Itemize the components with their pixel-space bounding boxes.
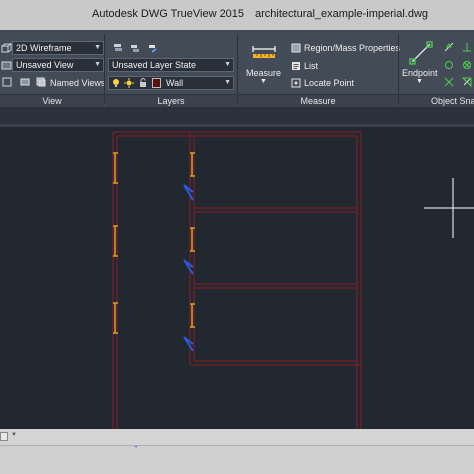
door-swing-preview: [133, 446, 138, 448]
chevron-down-icon: ▼: [224, 79, 231, 86]
file-name: architectural_example-imperial.dwg: [255, 8, 429, 20]
title-bar: Autodesk DWG TrueView 2015 architectural…: [0, 0, 474, 30]
region-mass-icon: [291, 43, 301, 53]
crosshair-cursor: [424, 178, 474, 238]
list-button[interactable]: List: [304, 61, 318, 71]
ruler-icon: [252, 46, 276, 58]
chevron-down-icon: ▼: [94, 44, 101, 51]
wall-line: [194, 207, 357, 213]
named-views-button[interactable]: Named Views: [50, 78, 105, 88]
layer-previous-icon[interactable]: [148, 43, 158, 53]
app-title: Autodesk DWG TrueView 2015: [92, 8, 245, 20]
center-snap-icon[interactable]: [444, 60, 454, 70]
door-swing: [183, 259, 194, 275]
chevron-down-icon[interactable]: ▼: [11, 432, 17, 438]
view-panel-label: View: [0, 94, 104, 107]
endpoint-label: Endpoint: [402, 68, 438, 78]
wireframe-cube-icon: [1, 43, 12, 53]
perpendicular-snap-icon[interactable]: [462, 42, 472, 52]
chevron-down-icon: ▼: [224, 61, 231, 68]
layers-panel-label: Layers: [105, 94, 237, 107]
visual-style-value: 2D Wireframe: [16, 43, 72, 53]
chevron-down-icon: ▼: [260, 78, 267, 85]
current-layer-value: Wall: [166, 78, 184, 88]
drawing-svg: [112, 131, 474, 429]
command-line-toggle-icon[interactable]: [0, 432, 8, 441]
visual-style-dropdown[interactable]: 2D Wireframe ▼: [12, 41, 104, 55]
wall-line: [190, 360, 361, 366]
saved-view-value: Unsaved View: [16, 60, 74, 70]
layer-dropdown[interactable]: Wall ▼: [108, 76, 234, 90]
door-swing: [183, 184, 194, 201]
view-manager-icon[interactable]: [2, 77, 12, 87]
measure-panel-label: Measure: [238, 94, 398, 107]
endpoint-button[interactable]: Endpoint ▼: [400, 40, 440, 92]
endpoint-snap-icon: [409, 41, 433, 65]
lock-icon: [140, 78, 146, 87]
list-icon: [292, 62, 300, 70]
chevron-down-icon: ▼: [416, 78, 423, 85]
layer-match-icon[interactable]: [130, 43, 140, 53]
file-tab-strip: [0, 107, 474, 124]
door-swing: [183, 336, 194, 352]
region-mass-properties-button[interactable]: Region/Mass Properties: [304, 43, 400, 53]
sun-icon: [124, 78, 134, 88]
named-views-icon: [36, 77, 46, 87]
ribbon: 2D Wireframe ▼ Unsaved View ▼ Named View…: [0, 30, 474, 107]
nearest-snap-icon[interactable]: [462, 77, 472, 87]
osnap-panel-label: Object Snap: [399, 94, 474, 107]
locate-point-button[interactable]: Locate Point: [304, 78, 354, 88]
chevron-down-icon: ▼: [94, 61, 101, 68]
layout-bar-svg: [133, 446, 138, 448]
door-openings: [113, 152, 195, 334]
view-icon: [1, 61, 12, 70]
measure-button[interactable]: Measure ▼: [242, 42, 286, 94]
wall-lines: [112, 131, 362, 429]
command-bar[interactable]: ▼: [0, 429, 474, 445]
midpoint-snap-icon[interactable]: [444, 42, 454, 52]
intersection-snap-icon[interactable]: [444, 77, 454, 87]
layer-state-value: Unsaved Layer State: [112, 60, 197, 70]
layer-color-swatch: [152, 78, 161, 88]
view-icon[interactable]: [20, 77, 30, 87]
saved-view-dropdown[interactable]: Unsaved View ▼: [12, 58, 104, 72]
layout-bar: [0, 445, 474, 474]
locate-point-icon: [291, 78, 301, 88]
layer-state-dropdown[interactable]: Unsaved Layer State ▼: [108, 58, 234, 72]
measure-label: Measure: [246, 68, 282, 78]
node-snap-icon[interactable]: [462, 60, 472, 70]
lightbulb-icon: [113, 79, 119, 87]
drawing-canvas[interactable]: [0, 127, 474, 429]
layer-properties-icon[interactable]: [113, 43, 123, 53]
wall-line: [194, 283, 357, 289]
